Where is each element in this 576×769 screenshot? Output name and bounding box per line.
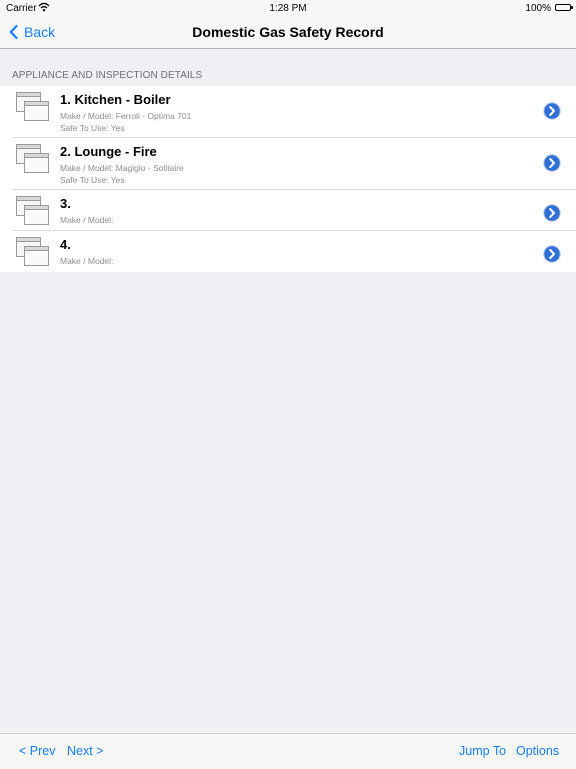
windows-stack-icon [16,196,50,226]
status-bar: Carrier 1:28 PM 100% [0,0,576,16]
navigation-bar: Back Domestic Gas Safety Record [0,16,576,49]
chevron-right-circle-icon[interactable] [543,204,561,222]
options-button[interactable]: Options [516,744,559,758]
appliance-row-3[interactable]: 3. Make / Model: [0,190,576,231]
appliance-list: 1. Kitchen - Boiler Make / Model: Ferrol… [0,86,576,272]
next-button[interactable]: Next > [67,744,103,758]
windows-stack-icon [16,92,50,122]
windows-stack-icon [16,237,50,267]
appliance-title: 3. [60,196,71,211]
appliance-row-1[interactable]: 1. Kitchen - Boiler Make / Model: Ferrol… [0,86,576,138]
battery-icon [555,4,573,11]
section-header: APPLIANCE AND INSPECTION DETAILS [12,70,203,81]
chevron-right-circle-icon[interactable] [543,102,561,120]
bottom-toolbar: < Prev Next > Jump To Options [0,733,576,769]
appliance-title: 2. Lounge - Fire [60,144,157,159]
appliance-make-model: Make / Model: Ferroli - Optima 701 [60,111,192,121]
appliance-safe-status: Safe To Use: Yes [60,123,125,133]
appliance-make-model: Make / Model: [60,256,114,266]
windows-stack-icon [16,144,50,174]
appliance-make-model: Make / Model: [60,215,114,225]
appliance-row-4[interactable]: 4. Make / Model: [0,231,576,272]
appliance-row-2[interactable]: 2. Lounge - Fire Make / Model: Magiglo -… [0,138,576,190]
battery-percentage: 100% [525,3,551,14]
appliance-title: 4. [60,237,71,252]
jump-to-button[interactable]: Jump To [459,744,506,758]
appliance-make-model: Make / Model: Magiglo - Solitaire [60,163,184,173]
chevron-right-circle-icon[interactable] [543,154,561,172]
chevron-right-circle-icon[interactable] [543,245,561,263]
appliance-title: 1. Kitchen - Boiler [60,92,171,107]
clock: 1:28 PM [269,3,307,14]
page-title: Domestic Gas Safety Record [192,24,384,40]
appliance-safe-status: Safe To Use: Yes [60,175,125,185]
prev-button[interactable]: < Prev [19,744,55,758]
